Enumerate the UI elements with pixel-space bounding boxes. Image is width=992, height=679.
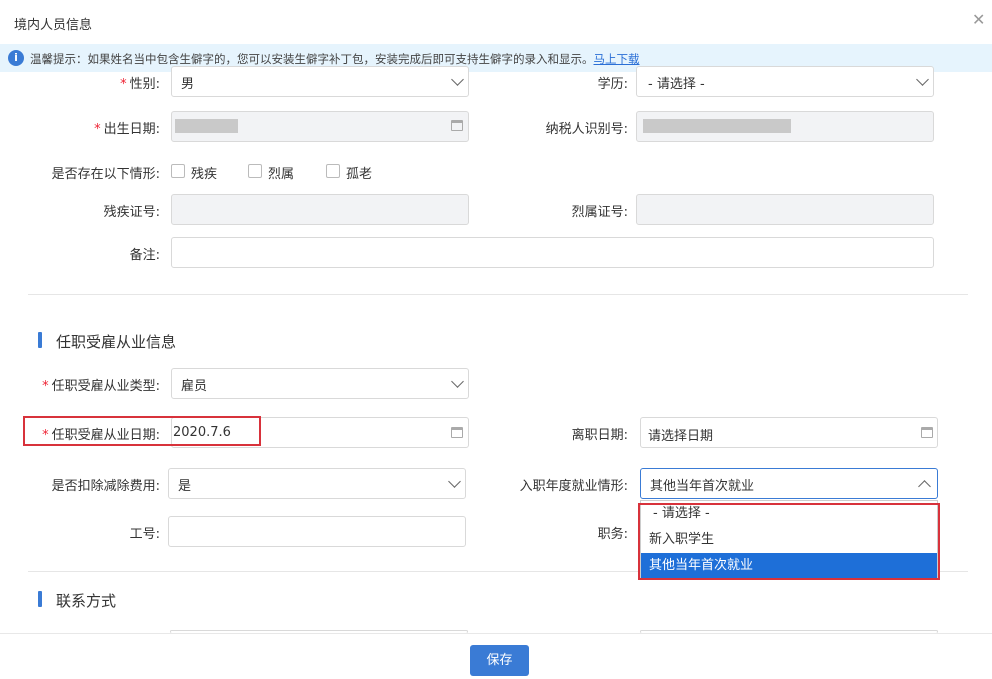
- redacted-value: [175, 119, 238, 133]
- divider: [28, 294, 968, 295]
- disability-option-label: 残疾: [191, 167, 218, 182]
- employment-type-value: 雇员: [181, 379, 208, 394]
- employment-situation-label: 入职年度就业情形:: [519, 479, 628, 494]
- disability-no-field: [171, 194, 469, 225]
- employment-section-title: 任职受雇从业信息: [56, 333, 177, 351]
- gender-label: * 性别:: [120, 77, 160, 92]
- footer-divider: [0, 633, 992, 634]
- calendar-icon[interactable]: [921, 427, 933, 438]
- elderly-option-label: 孤老: [346, 167, 373, 182]
- tip-message: 温馨提示：如果姓名当中包含生僻字的，您可以安装生僻字补丁包，安装完成后即可支持生…: [30, 51, 640, 67]
- leave-date-label: 离职日期:: [571, 428, 628, 443]
- calendar-icon[interactable]: [451, 120, 463, 131]
- deduct-select[interactable]: [168, 468, 466, 499]
- save-button[interactable]: 保存: [470, 645, 529, 676]
- section-marker: [38, 332, 42, 348]
- position-label: 职务:: [597, 527, 628, 542]
- highlight-box: [638, 503, 940, 580]
- highlight-box: [23, 416, 261, 446]
- tip-text: 温馨提示：如果姓名当中包含生僻字的，您可以安装生僻字补丁包，安装完成后即可支持生…: [30, 52, 594, 66]
- deduct-label: 是否扣除减除费用:: [51, 479, 160, 494]
- disability-no-label: 残疾证号:: [103, 205, 160, 220]
- job-number-label: 工号:: [129, 527, 160, 542]
- leave-date-placeholder: 请选择日期: [648, 429, 714, 444]
- education-value: - 请选择 -: [648, 77, 705, 92]
- contact-section-title: 联系方式: [56, 592, 117, 610]
- calendar-icon[interactable]: [451, 427, 463, 438]
- job-number-input[interactable]: [168, 516, 466, 547]
- redacted-value: [643, 119, 791, 133]
- employment-type-select[interactable]: [171, 368, 469, 399]
- deduct-value: 是: [178, 479, 192, 494]
- section-marker: [38, 591, 42, 607]
- birth-date-label: * 出生日期:: [94, 122, 160, 137]
- education-label: 学历:: [597, 77, 628, 92]
- close-icon[interactable]: ✕: [972, 10, 985, 29]
- employment-situation-value: 其他当年首次就业: [650, 479, 755, 494]
- situation-label: 是否存在以下情形:: [51, 167, 160, 182]
- remark-input[interactable]: [171, 237, 934, 268]
- martyr-no-field: [636, 194, 934, 225]
- martyr-checkbox[interactable]: [248, 164, 262, 178]
- taxid-label: 纳税人识别号:: [545, 122, 628, 137]
- dialog-title: 境内人员信息: [14, 18, 93, 33]
- martyr-no-label: 烈属证号:: [571, 205, 628, 220]
- employment-type-label: * 任职受雇从业类型:: [42, 379, 160, 394]
- info-icon: i: [8, 50, 24, 66]
- download-link[interactable]: 马上下载: [594, 52, 640, 66]
- martyr-option-label: 烈属: [268, 167, 295, 182]
- remark-label: 备注:: [129, 248, 160, 263]
- gender-value: 男: [181, 77, 195, 92]
- elderly-checkbox[interactable]: [326, 164, 340, 178]
- disability-checkbox[interactable]: [171, 164, 185, 178]
- gender-select[interactable]: [171, 66, 469, 97]
